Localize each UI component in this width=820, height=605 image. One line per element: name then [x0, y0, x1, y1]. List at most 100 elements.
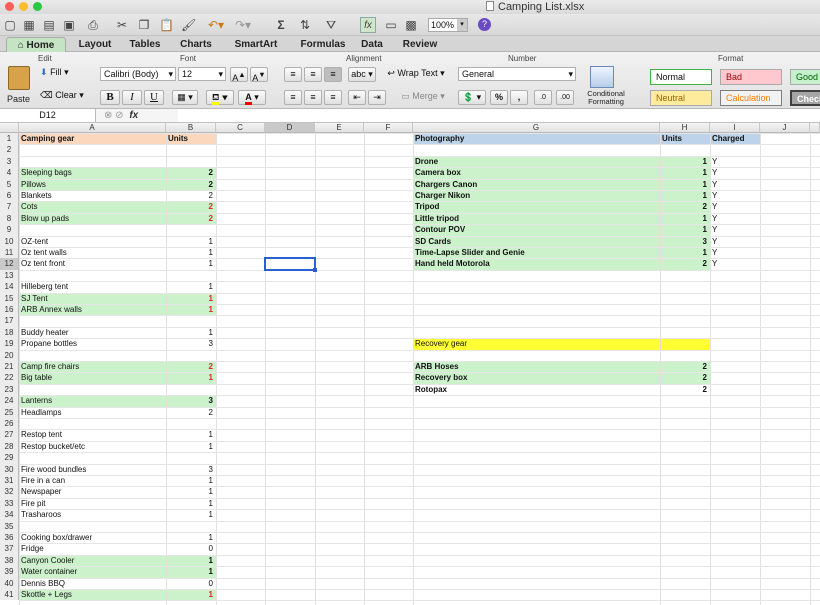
photography-item-charged[interactable]: Y — [712, 247, 757, 258]
column-header-f[interactable]: F — [364, 123, 413, 133]
row-header-36[interactable]: 36 — [0, 532, 19, 544]
photography-item-name[interactable]: Tripod — [415, 201, 657, 212]
photography-item-name[interactable]: Contour POV — [415, 224, 657, 235]
row-header-41[interactable]: 41 — [0, 589, 19, 601]
camping-item-name[interactable]: Propane bottles — [21, 338, 163, 349]
recovery-item-name[interactable]: Rotopax — [415, 384, 657, 395]
camping-item-units[interactable]: 3 — [168, 395, 213, 406]
camping-item-name[interactable]: Cots — [21, 201, 163, 212]
photography-item-name[interactable]: Time-Lapse Slider and Genie — [415, 247, 657, 258]
camping-item-name[interactable]: Fire wood bundles — [21, 464, 163, 475]
row-header-34[interactable]: 34 — [0, 509, 19, 521]
camping-item-units[interactable]: 1 — [168, 304, 213, 315]
photography-item-units[interactable]: 1 — [662, 213, 707, 224]
row-header-4[interactable]: 4 — [0, 167, 19, 179]
tab-formulas[interactable]: Formulas — [292, 37, 354, 52]
camping-item-name[interactable]: Blankets — [21, 190, 163, 201]
row-header-16[interactable]: 16 — [0, 304, 19, 316]
style-normal[interactable]: Normal — [650, 69, 712, 85]
redo-icon[interactable]: ↷▾ — [234, 17, 252, 33]
bold-button[interactable]: B — [100, 90, 120, 105]
camping-item-units[interactable]: 1 — [168, 429, 213, 440]
row-header-12[interactable]: 12 — [0, 258, 19, 270]
cancel-formula-icon[interactable]: ⊗ — [104, 110, 112, 121]
underline-button[interactable]: U — [144, 90, 164, 105]
camping-item-name[interactable]: Blow up pads — [21, 213, 163, 224]
photography-item-charged[interactable]: Y — [712, 190, 757, 201]
photography-item-units[interactable]: 1 — [662, 156, 707, 167]
align-left-button[interactable]: ≡ — [284, 90, 302, 105]
camping-item-name[interactable]: OZ-tent — [21, 236, 163, 247]
camping-item-units[interactable]: 1 — [168, 566, 213, 577]
row-header-5[interactable]: 5 — [0, 178, 19, 190]
camping-item-units[interactable]: 2 — [168, 190, 213, 201]
row-header-27[interactable]: 27 — [0, 429, 19, 441]
gallery-icon[interactable]: ▦ — [22, 17, 36, 33]
photography-item-units[interactable]: 1 — [662, 190, 707, 201]
photography-item-units[interactable]: 1 — [662, 247, 707, 258]
zoom-window-button[interactable] — [33, 2, 42, 11]
merge-button[interactable]: ▭ Merge ▾ — [396, 90, 450, 105]
camping-item-units[interactable]: 0 — [168, 578, 213, 589]
photography-item-name[interactable]: Drone — [415, 156, 657, 167]
photography-item-charged[interactable]: Y — [712, 236, 757, 247]
camping-item-units[interactable]: 1 — [168, 372, 213, 383]
row-header-6[interactable]: 6 — [0, 190, 19, 202]
column-header-extra[interactable] — [810, 123, 820, 133]
function-icon[interactable]: fx — [360, 17, 376, 33]
wrap-text-button[interactable]: ↩ Wrap Text ▾ — [382, 67, 450, 82]
toolbox-icon[interactable]: ▭ — [384, 17, 398, 33]
tab-layout[interactable]: Layout — [70, 37, 120, 52]
photography-item-units[interactable]: 2 — [662, 201, 707, 212]
open-icon[interactable]: ▤ — [42, 17, 56, 33]
formula-input[interactable] — [178, 109, 820, 122]
camping-item-name[interactable]: Hilleberg tent — [21, 281, 163, 292]
style-good[interactable]: Good — [790, 69, 820, 85]
photography-item-charged[interactable]: Y — [712, 224, 757, 235]
fill-handle[interactable] — [313, 267, 317, 272]
style-calculation[interactable]: Calculation — [720, 90, 782, 106]
increase-indent-button[interactable]: ⇥ — [368, 90, 386, 105]
camping-item-units[interactable]: 1 — [168, 327, 213, 338]
camping-item-units[interactable]: 1 — [168, 555, 213, 566]
confirm-formula-icon[interactable]: ⊘ — [115, 110, 123, 121]
row-header-29[interactable]: 29 — [0, 452, 19, 464]
conditional-formatting-icon[interactable] — [590, 66, 614, 88]
tab-data[interactable]: Data — [356, 37, 388, 52]
camping-item-name[interactable]: Oz tent front — [21, 258, 163, 269]
camping-item-name[interactable]: Camp fire chairs — [21, 361, 163, 372]
fx-icon[interactable]: fx — [129, 110, 138, 121]
row-header-38[interactable]: 38 — [0, 554, 19, 567]
camping-item-units[interactable]: 1 — [168, 475, 213, 486]
recovery-item-units[interactable]: 2 — [662, 372, 707, 383]
minimize-window-button[interactable] — [19, 2, 28, 11]
camping-item-units[interactable]: 1 — [168, 532, 213, 543]
paste-big-icon[interactable] — [8, 66, 30, 90]
tab-charts[interactable]: Charts — [172, 37, 220, 52]
row-header-32[interactable]: 32 — [0, 486, 19, 498]
camping-item-name[interactable]: Newspaper — [21, 486, 163, 497]
camping-item-units[interactable]: 1 — [168, 258, 213, 269]
save-icon[interactable]: ▣ — [62, 17, 76, 33]
camping-item-units[interactable]: 2 — [168, 213, 213, 224]
camping-item-name[interactable]: Big table — [21, 372, 163, 383]
row-header-23[interactable]: 23 — [0, 383, 19, 396]
camping-item-units[interactable]: 1 — [168, 247, 213, 258]
decrease-font-button[interactable]: A▼ — [250, 67, 268, 83]
photography-item-name[interactable]: Chargers Canon — [415, 179, 657, 190]
photography-item-name[interactable]: SD Cards — [415, 236, 657, 247]
camping-units-header[interactable]: Units — [168, 133, 213, 144]
column-header-a[interactable]: A — [19, 123, 166, 133]
camping-item-units[interactable]: 1 — [168, 281, 213, 292]
camping-item-units[interactable]: 1 — [168, 236, 213, 247]
align-center-button[interactable]: ≡ — [304, 90, 322, 105]
camping-item-units[interactable]: 2 — [168, 407, 213, 418]
photography-item-charged[interactable]: Y — [712, 167, 757, 178]
decrease-decimal-button[interactable]: .00 — [556, 90, 574, 105]
tab-tables[interactable]: Tables — [122, 37, 168, 52]
style-neutral[interactable]: Neutral — [650, 90, 712, 106]
borders-button[interactable]: ▦ ▾ — [172, 90, 198, 105]
camping-item-name[interactable]: Skottle + Legs — [21, 589, 163, 600]
percent-button[interactable]: % — [490, 90, 508, 105]
camping-item-name[interactable]: Fire in a can — [21, 475, 163, 486]
